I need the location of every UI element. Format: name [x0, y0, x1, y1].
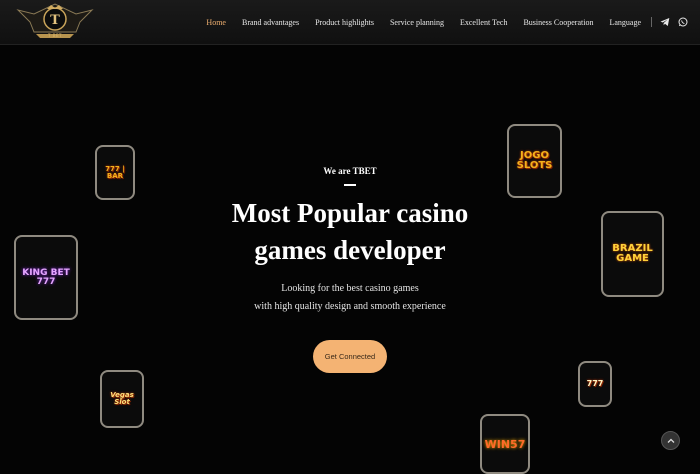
telegram-icon[interactable]	[660, 17, 670, 27]
game-tile-label: 777 | BAR	[105, 164, 125, 180]
game-tile-777-small[interactable]: 777	[578, 361, 612, 407]
hero-subtitle: Looking for the best casino games with h…	[0, 280, 700, 316]
chevron-up-icon	[667, 438, 674, 443]
nav-excellent-tech[interactable]: Excellent Tech	[460, 18, 508, 27]
game-tile-brazil-game[interactable]: BRAZIL GAME	[601, 211, 664, 297]
game-tile-win57[interactable]: WIN57	[480, 414, 530, 474]
game-tile-label: Vegas Slot	[110, 391, 134, 406]
hero-divider	[344, 184, 356, 186]
game-tile-label: 777	[586, 379, 604, 388]
logo-text: T BET	[48, 33, 62, 38]
whatsapp-icon[interactable]	[678, 17, 688, 27]
game-tile-jogo-slots[interactable]: JOGO SLOTS	[507, 124, 562, 198]
game-tile-vegas-slot[interactable]: Vegas Slot	[100, 370, 144, 428]
nav-business-cooperation[interactable]: Business Cooperation	[523, 18, 593, 27]
nav-product-highlights[interactable]: Product highlights	[315, 18, 374, 27]
hero-title-line-2: games developer	[254, 235, 446, 265]
hero-title-line-1: Most Popular casino	[231, 198, 469, 228]
game-tile-777-slot[interactable]: 777 | BAR	[95, 145, 135, 200]
svg-text:T: T	[50, 13, 60, 28]
get-connected-button[interactable]: Get Connected	[313, 340, 387, 373]
nav-divider	[651, 17, 652, 27]
nav-home[interactable]: Home	[206, 18, 226, 27]
game-tile-label: BRAZIL GAME	[612, 243, 653, 264]
hero-subtitle-line-2: with high quality design and smooth expe…	[254, 301, 446, 312]
game-tile-label: KING BET 777	[22, 267, 70, 287]
nav-service-planning[interactable]: Service planning	[390, 18, 444, 27]
game-tile-label: WIN57	[484, 437, 526, 451]
nav-language[interactable]: Language	[609, 18, 641, 27]
tbet-logo[interactable]: T T BET	[16, 0, 94, 44]
game-tile-label: JOGO SLOTS	[516, 150, 553, 171]
game-tile-king-bet-777[interactable]: KING BET 777	[14, 235, 78, 320]
hero-subtitle-line-1: Looking for the best casino games	[281, 283, 419, 294]
nav-brand-advantages[interactable]: Brand advantages	[242, 18, 299, 27]
main-nav: Home Brand advantages Product highlights…	[206, 0, 700, 44]
site-header: T T BET Home Brand advantages Product hi…	[0, 0, 700, 45]
hero-title: Most Popular casino games developer	[0, 195, 700, 269]
scroll-to-top-button[interactable]	[661, 431, 680, 450]
